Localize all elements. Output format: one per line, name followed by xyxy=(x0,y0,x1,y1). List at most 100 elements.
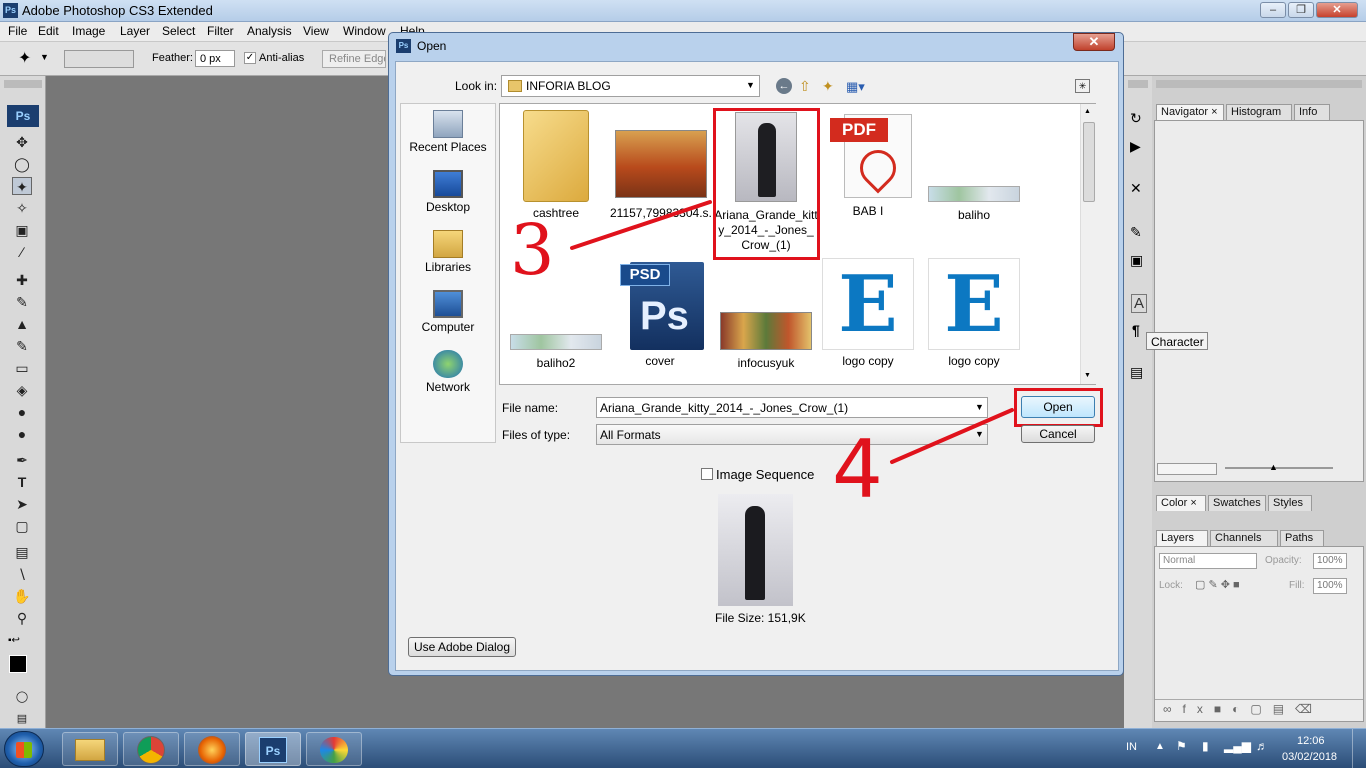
scroll-down-icon[interactable]: ▼ xyxy=(1084,372,1091,379)
file-item[interactable]: E logo copy xyxy=(818,258,918,368)
use-adobe-dialog-button[interactable]: Use Adobe Dialog xyxy=(408,637,516,657)
battery-icon[interactable]: ▮ xyxy=(1202,739,1209,753)
pen-tool-icon[interactable]: ✒ xyxy=(12,451,32,469)
taskbar-firefox[interactable] xyxy=(184,732,240,766)
file-item[interactable]: 21157,79983304.s... xyxy=(610,110,712,220)
lock-icons[interactable]: ▢ ✎ ✥ ■ xyxy=(1195,578,1240,591)
file-name-input[interactable]: Ariana_Grande_kitty_2014_-_Jones_Crow_(1… xyxy=(596,397,988,418)
zoom-tool-icon[interactable]: ⚲ xyxy=(12,609,32,627)
up-folder-icon[interactable]: ⇧ xyxy=(799,78,811,95)
file-item[interactable]: cashtree xyxy=(506,110,606,220)
marquee-tool-icon[interactable]: ◯ xyxy=(12,155,32,173)
selection-mode-buttons[interactable] xyxy=(64,50,134,68)
refine-edge-button[interactable]: Refine Edge... xyxy=(322,50,386,68)
cancel-button[interactable]: Cancel xyxy=(1021,425,1095,443)
show-hidden-icons-icon[interactable]: ▲ xyxy=(1155,741,1165,752)
taskbar-photoshop[interactable]: Ps xyxy=(245,732,301,766)
menu-file[interactable]: File xyxy=(8,24,27,38)
find-icon[interactable]: ✳ xyxy=(1075,79,1090,93)
tools-panel-header[interactable] xyxy=(4,80,42,88)
language-indicator[interactable]: IN xyxy=(1126,741,1137,753)
paint-bucket-icon[interactable]: ◈ xyxy=(12,381,32,399)
zoom-slider[interactable] xyxy=(1225,467,1333,469)
brush-tool-icon[interactable]: ✎ xyxy=(12,293,32,311)
clock-time[interactable]: 12:06 xyxy=(1297,735,1325,747)
file-item[interactable]: PDF BAB I xyxy=(818,110,918,218)
paragraph-panel-icon[interactable]: ¶ xyxy=(1132,322,1140,338)
menu-window[interactable]: Window xyxy=(343,24,386,38)
menu-view[interactable]: View xyxy=(303,24,329,38)
new-folder-icon[interactable]: ✦ xyxy=(822,78,834,95)
blend-mode-select[interactable]: Normal xyxy=(1159,553,1257,569)
files-of-type-select[interactable]: All Formats ▼ xyxy=(596,424,988,445)
back-arrow-icon[interactable]: ← xyxy=(776,78,792,94)
file-item[interactable]: PSD Ps cover xyxy=(610,258,710,368)
clone-source-icon[interactable]: ▣ xyxy=(1130,252,1143,269)
eraser-tool-icon[interactable]: ▭ xyxy=(12,359,32,377)
healing-brush-icon[interactable]: ✚ xyxy=(12,271,32,289)
look-in-select[interactable]: INFORIA BLOG ▼ xyxy=(501,75,760,97)
zoom-slider-thumb[interactable]: ▲ xyxy=(1269,462,1278,472)
tool-presets-icon[interactable]: ✕ xyxy=(1130,180,1142,197)
type-tool-icon[interactable]: T xyxy=(12,473,32,491)
tab-navigator[interactable]: Navigator × xyxy=(1156,104,1224,120)
tab-swatches[interactable]: Swatches xyxy=(1208,495,1266,511)
opacity-input[interactable]: 100% xyxy=(1313,553,1347,569)
hand-tool-icon[interactable]: ✋ xyxy=(12,587,32,605)
brushes-icon[interactable]: ✎ xyxy=(1130,224,1142,241)
menu-select[interactable]: Select xyxy=(162,24,195,38)
notes-tool-icon[interactable]: ▤ xyxy=(12,543,32,561)
foreground-color-swatch[interactable] xyxy=(9,655,27,673)
network-signal-icon[interactable]: ▂▄▆ xyxy=(1224,739,1251,753)
screen-mode-icon[interactable]: ▤ xyxy=(12,710,32,728)
actions-icon[interactable]: ▶ xyxy=(1130,138,1141,155)
file-item[interactable]: baliho xyxy=(924,110,1024,222)
blur-tool-icon[interactable]: ● xyxy=(12,403,32,421)
volume-icon[interactable]: ♬ xyxy=(1256,739,1268,753)
dodge-tool-icon[interactable]: ● xyxy=(12,425,32,443)
slice-tool-icon[interactable]: ∕ xyxy=(12,243,32,261)
dialog-close-button[interactable]: ✕ xyxy=(1073,33,1115,51)
menu-edit[interactable]: Edit xyxy=(38,24,59,38)
image-sequence-checkbox[interactable] xyxy=(701,468,713,480)
action-center-flag-icon[interactable]: ⚑ xyxy=(1176,739,1187,753)
file-item[interactable]: infocusyuk xyxy=(714,258,818,370)
polygonal-lasso-icon[interactable]: ✦ xyxy=(18,48,31,68)
tab-paths[interactable]: Paths xyxy=(1280,530,1324,546)
place-libraries[interactable]: Libraries xyxy=(401,230,495,274)
view-menu-icon[interactable]: ▦▾ xyxy=(846,79,865,95)
minimize-button[interactable]: – xyxy=(1260,2,1286,18)
show-desktop-button[interactable] xyxy=(1352,729,1366,768)
layer-comps-icon[interactable]: ▤ xyxy=(1130,364,1143,381)
scroll-up-icon[interactable]: ▲ xyxy=(1084,108,1091,115)
close-button[interactable]: ✕ xyxy=(1316,2,1358,18)
place-network[interactable]: Network xyxy=(401,350,495,394)
magic-wand-icon[interactable]: ✧ xyxy=(12,199,32,217)
taskbar-paint[interactable] xyxy=(306,732,362,766)
tab-styles[interactable]: Styles xyxy=(1268,495,1312,511)
tab-channels[interactable]: Channels xyxy=(1210,530,1278,546)
fill-input[interactable]: 100% xyxy=(1313,578,1347,594)
place-desktop[interactable]: Desktop xyxy=(401,170,495,214)
tool-preset-chevron-down-icon[interactable]: ▼ xyxy=(40,52,49,62)
tab-color[interactable]: Color × xyxy=(1156,495,1206,511)
antialias-checkbox[interactable]: ✓ xyxy=(244,52,256,64)
clock-date[interactable]: 03/02/2018 xyxy=(1282,751,1337,763)
character-panel-icon[interactable]: A xyxy=(1131,294,1147,313)
start-button[interactable] xyxy=(4,731,44,767)
place-computer[interactable]: Computer xyxy=(401,290,495,334)
open-button[interactable]: Open xyxy=(1021,396,1095,418)
menu-filter[interactable]: Filter xyxy=(207,24,234,38)
taskbar-explorer[interactable] xyxy=(62,732,118,766)
tab-info[interactable]: Info xyxy=(1294,104,1330,120)
eyedropper-icon[interactable]: ∖ xyxy=(12,565,32,583)
file-item[interactable]: E logo copy xyxy=(924,258,1024,368)
taskbar-chrome[interactable] xyxy=(123,732,179,766)
dock-header[interactable] xyxy=(1128,80,1148,88)
move-tool-icon[interactable]: ✥ xyxy=(12,133,32,151)
zoom-value-field[interactable] xyxy=(1157,463,1217,475)
default-colors-icon[interactable]: ▪↩ xyxy=(8,635,20,646)
menu-image[interactable]: Image xyxy=(72,24,105,38)
clone-stamp-icon[interactable]: ▲ xyxy=(12,315,32,333)
file-item-selected[interactable]: Ariana_Grande_kitty_2014_-_Jones_Crow_(1… xyxy=(714,110,818,253)
